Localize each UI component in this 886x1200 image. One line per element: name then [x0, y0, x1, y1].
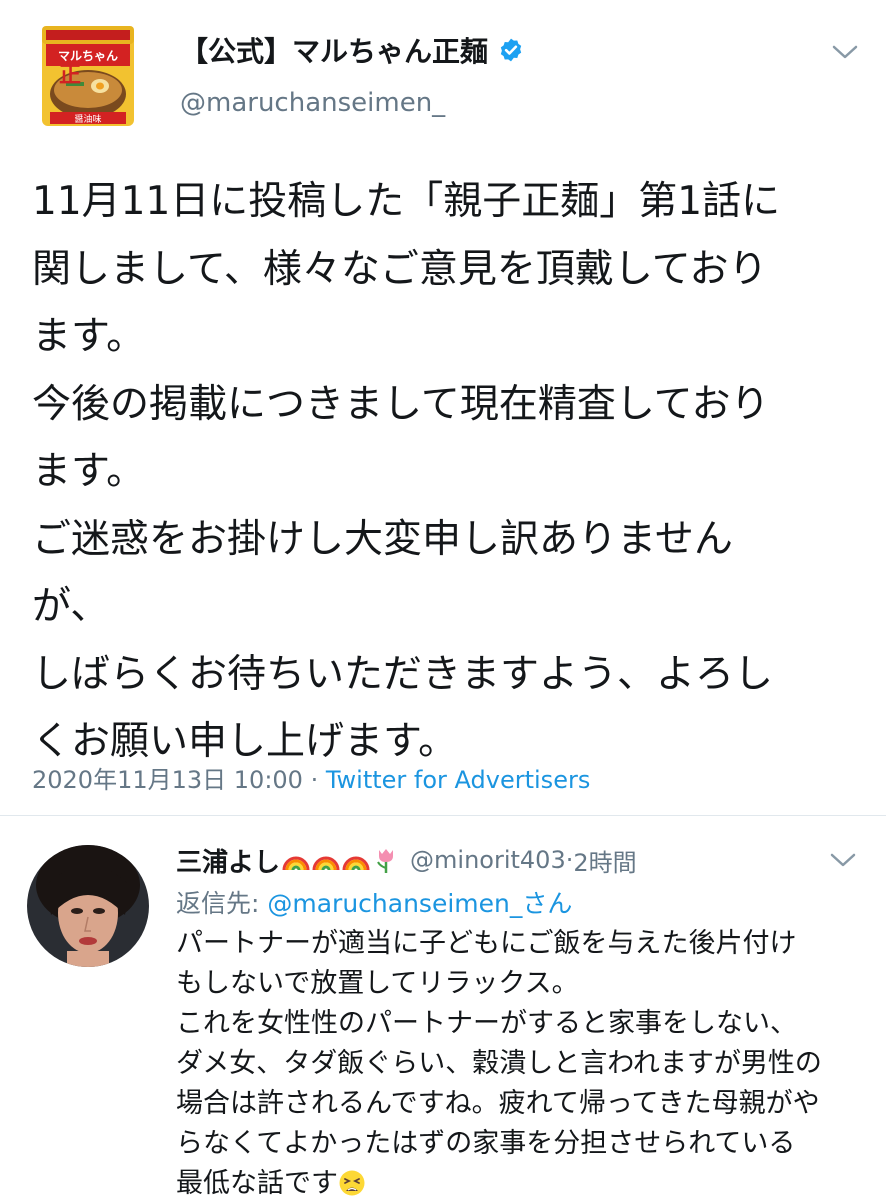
tweet-text-line: ます。 [32, 314, 146, 359]
avatar-portrait-image [27, 845, 149, 967]
tweet-text-line: 関しまして、様々なご意見を頂戴しており [32, 246, 768, 292]
product-package-avatar[interactable]: マルちゃん 正 醤油味 [38, 22, 138, 130]
reply-time-separator: · [565, 846, 574, 874]
reply-time-ago[interactable]: 2時間 [573, 843, 636, 878]
tulip-icon [372, 846, 400, 874]
verified-badge-icon [498, 37, 524, 63]
replying-to-label: 返信先: [176, 889, 268, 918]
reply-text-line: これを女性性のパートナーがすると家事をしない、 [176, 1008, 797, 1039]
more-options-chevron-icon[interactable] [830, 42, 860, 62]
tweet-source-link[interactable]: Twitter for Advertisers [326, 766, 590, 794]
reply-header: 三浦よし @minorit403 · 2時間 [176, 840, 637, 880]
reply-tweet-text: パートナーが適当に子どもにご飯を与えた後片付け もしないで放置してリラックス。 … [176, 924, 866, 1200]
tweet-text-line: ご迷惑をお掛けし大変申し訳ありません [32, 516, 733, 562]
reply-author-name[interactable]: 三浦よし [176, 842, 280, 879]
reply-text-line: らなくてよかったはずの家事を分担させられている [176, 1128, 796, 1159]
replying-to: 返信先: @maruchanseimen_さん [176, 884, 572, 920]
package-kanji-text: 正 [59, 63, 81, 88]
tweet-detail-screen: マルちゃん 正 醤油味 【公式】マルちゃん正麺 @maruchanseimen_… [0, 0, 886, 1200]
reply-text-line: もしないで放置してリラックス。 [176, 968, 579, 999]
tweet-text-line: が、 [32, 584, 110, 629]
package-flavor-text: 醤油味 [74, 113, 101, 125]
replying-to-mention-link[interactable]: @maruchanseimen_さん [267, 889, 572, 918]
tweet-text-line: 11月11日に投稿した「親子正麺」第1話に [32, 179, 781, 224]
tweet-text-line: ます。 [32, 449, 146, 494]
meta-separator: · [302, 766, 326, 794]
reply-text-line: パートナーが適当に子どもにご飯を与えた後片付け [176, 928, 797, 959]
reply-author-handle[interactable]: @minorit403 [410, 846, 566, 874]
reply-more-options-chevron-icon[interactable] [828, 850, 858, 870]
rainbow-icon [312, 846, 340, 874]
tweet-meta: 2020年11月13日 10:00 · Twitter for Advertis… [32, 760, 590, 795]
rainbow-icon [342, 846, 370, 874]
main-tweet: マルちゃん 正 醤油味 【公式】マルちゃん正麺 @maruchanseimen_… [0, 0, 886, 815]
main-tweet-text: 11月11日に投稿した「親子正麺」第1話に 関しまして、様々なご意見を頂戴してお… [32, 168, 852, 776]
reply-text-line: ダメ女、タダ飯ぐらい、穀潰しと言われますが男性の [176, 1048, 822, 1079]
reply-text-last-part: 最低な話です [176, 1168, 338, 1199]
rainbow-icon [282, 846, 310, 874]
main-author-row[interactable]: 【公式】マルちゃん正麺 [180, 30, 524, 70]
tweet-timestamp[interactable]: 2020年11月13日 10:00 [32, 766, 303, 794]
noodle-package-image: マルちゃん 正 醤油味 [42, 26, 134, 126]
reply-author-avatar[interactable] [27, 845, 149, 967]
main-author-name[interactable]: 【公式】マルちゃん正麺 [180, 30, 488, 70]
reply-text-line: 場合は許されるんですね。疲れて帰ってきた母親がや [176, 1088, 820, 1119]
tired-face-icon [338, 1169, 366, 1197]
tweet-divider [0, 815, 886, 816]
tweet-text-line: しばらくお待ちいただきますよう、よろし [32, 651, 774, 697]
package-brand-text: マルちゃん [58, 49, 118, 63]
reply-text-line-last: 最低な話です [176, 1164, 866, 1200]
tweet-text-line: 今後の掲載につきまして現在精査しており [32, 381, 770, 427]
main-author-handle[interactable]: @maruchanseimen_ [180, 88, 445, 118]
